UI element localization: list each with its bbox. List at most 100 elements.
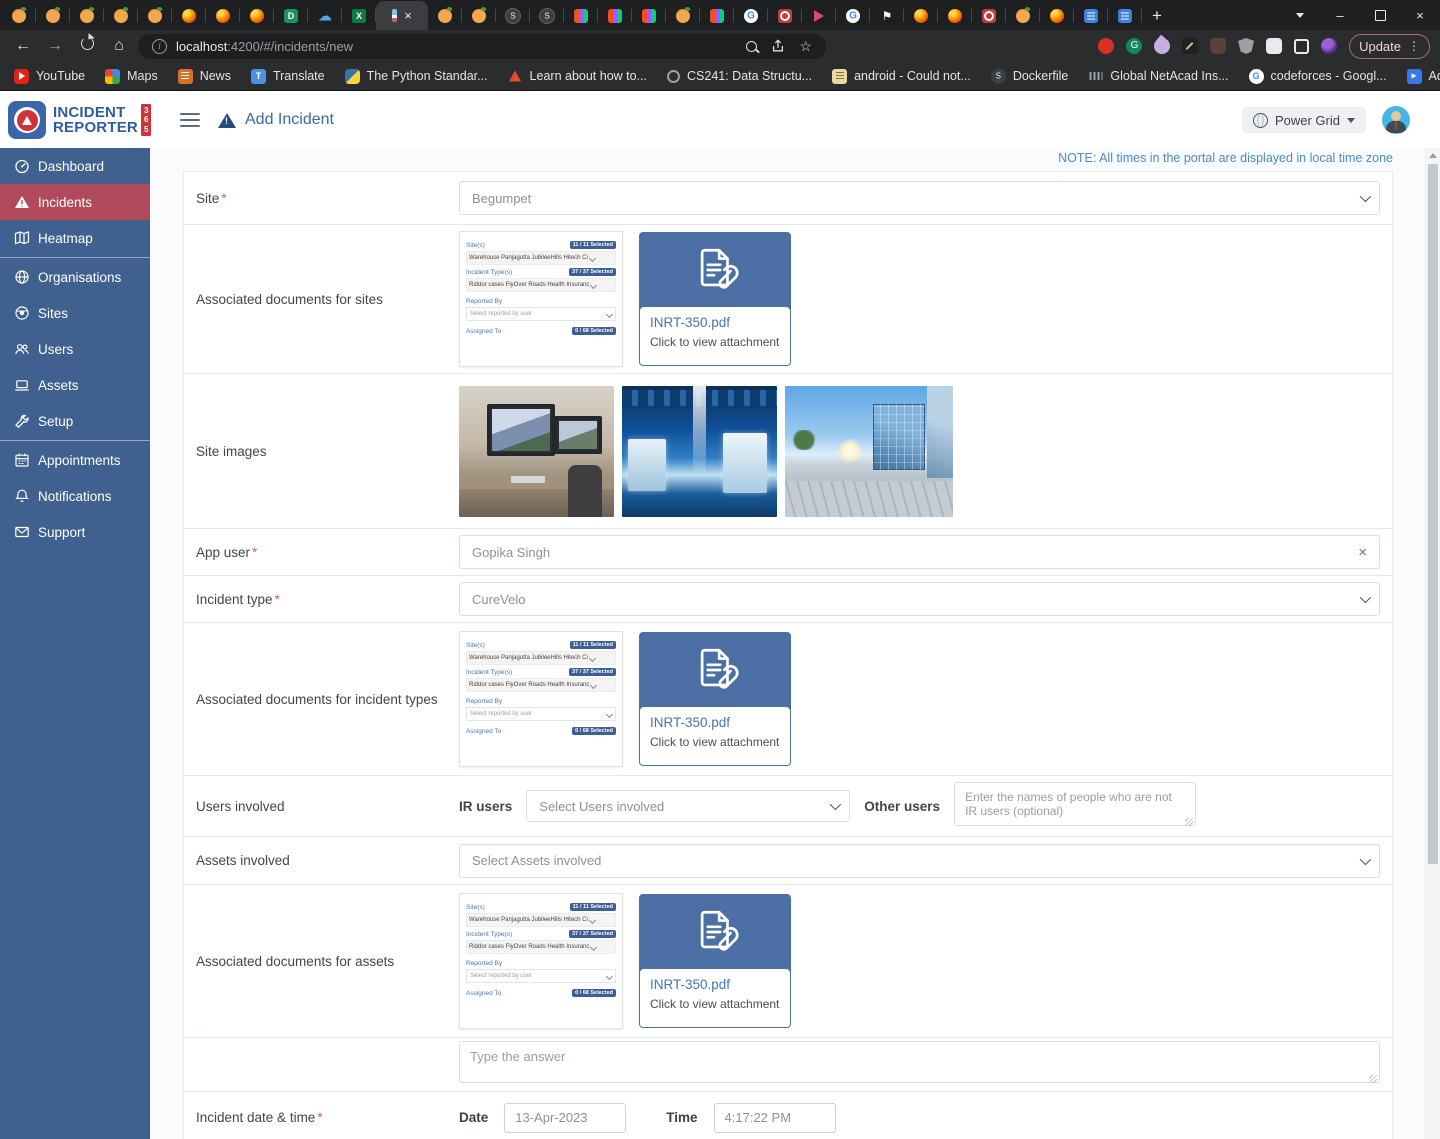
tab-close-icon[interactable]: × — [404, 9, 412, 22]
browser-tab[interactable] — [598, 1, 632, 30]
bookmark-item[interactable]: Learn about how to... — [508, 69, 647, 84]
browser-tab[interactable] — [870, 1, 904, 30]
assets-involved-select[interactable]: Select Assets involved — [459, 844, 1380, 878]
bookmark-item[interactable]: Dockerfile — [991, 69, 1069, 84]
browser-tab[interactable] — [496, 1, 530, 30]
browser-tab[interactable] — [632, 1, 666, 30]
minimize-button[interactable]: – — [1320, 0, 1360, 30]
sidebar-item-setup[interactable]: Setup — [0, 403, 150, 439]
pen-extension-icon[interactable] — [1182, 38, 1198, 54]
form-preview-thumbnail[interactable]: Site(s)11 / 11 Selected Warehouse Panjag… — [459, 893, 623, 1029]
browser-tab[interactable] — [802, 1, 836, 30]
sidebar-item-dashboard[interactable]: Dashboard — [0, 148, 150, 184]
share-icon[interactable] — [771, 39, 785, 53]
sidebar-item-notifications[interactable]: Notifications — [0, 478, 150, 514]
sidebar-item-assets[interactable]: Assets — [0, 367, 150, 403]
bookmark-item[interactable]: Add Image to Vide... — [1407, 69, 1440, 84]
site-image-industrial-facility[interactable] — [622, 386, 777, 517]
attachment-filename[interactable]: INRT-350.pdf — [650, 315, 780, 330]
site-select[interactable]: Begumpet — [459, 181, 1380, 215]
update-button[interactable]: Update⋮ — [1349, 34, 1430, 59]
zoom-search-icon[interactable] — [746, 41, 757, 52]
browser-tab[interactable] — [342, 1, 376, 30]
browser-tab[interactable] — [938, 1, 972, 30]
sidebar-item-appointments[interactable]: Appointments — [0, 442, 150, 478]
browser-tab[interactable] — [904, 1, 938, 30]
sidebar-item-heatmap[interactable]: Heatmap — [0, 220, 150, 256]
sidebar-item-organisations[interactable]: Organisations — [0, 259, 150, 295]
adblock-extension-icon[interactable] — [1098, 38, 1114, 54]
site-image-office-workstation[interactable] — [459, 386, 614, 517]
maximize-button[interactable] — [1360, 0, 1400, 30]
bookmark-item[interactable]: CS241: Data Structu... — [667, 69, 812, 83]
sidebar-item-users[interactable]: Users — [0, 331, 150, 367]
attachment-card[interactable]: INRT-350.pdf Click to view attachment — [639, 232, 791, 366]
browser-tab[interactable] — [734, 1, 768, 30]
browser-tab[interactable] — [972, 1, 1006, 30]
browser-tab[interactable] — [36, 1, 70, 30]
ir-users-select[interactable]: Select Users involved — [526, 790, 850, 822]
scroll-up-arrow[interactable] — [1426, 148, 1440, 162]
reload-button[interactable] — [74, 37, 100, 55]
browser-tab[interactable] — [530, 1, 564, 30]
active-tab-incident-reporter[interactable]: × — [376, 1, 428, 30]
kebab-menu-icon[interactable]: ⋮ — [1408, 39, 1420, 53]
attachment-filename[interactable]: INRT-350.pdf — [650, 977, 780, 992]
other-users-textarea[interactable] — [954, 782, 1196, 826]
scrollbar-thumb[interactable] — [1428, 164, 1438, 864]
form-preview-thumbnail[interactable]: Site(s)11 / 11 Selected Warehouse Panjag… — [459, 231, 623, 367]
browser-tab[interactable] — [462, 1, 496, 30]
browser-tab[interactable] — [1074, 1, 1108, 30]
browser-tab[interactable] — [274, 1, 308, 30]
bookmark-item[interactable]: android - Could not... — [832, 69, 971, 84]
bookmark-item[interactable]: News — [178, 69, 231, 84]
answer-textarea[interactable] — [459, 1041, 1380, 1083]
page-info-icon[interactable]: i — [152, 39, 167, 54]
sidebar-item-sites[interactable]: Sites — [0, 295, 150, 331]
browser-tab[interactable] — [172, 1, 206, 30]
browser-tab[interactable] — [836, 1, 870, 30]
browser-tab[interactable] — [240, 1, 274, 30]
back-button[interactable]: ← — [10, 37, 36, 55]
resize-handle-icon[interactable] — [1185, 818, 1193, 826]
browser-tab[interactable] — [308, 1, 342, 30]
grammarly-extension-icon[interactable] — [1126, 38, 1142, 54]
shield-extension-icon[interactable] — [1238, 38, 1254, 54]
attachment-card[interactable]: INRT-350.pdf Click to view attachment — [639, 894, 791, 1028]
browser-tab[interactable] — [1040, 1, 1074, 30]
user-avatar[interactable] — [1382, 106, 1410, 134]
browser-tab[interactable] — [70, 1, 104, 30]
site-image-building-exterior[interactable] — [785, 386, 953, 517]
browser-tab[interactable] — [666, 1, 700, 30]
home-button[interactable]: ⌂ — [106, 37, 132, 55]
clear-icon[interactable]: × — [1358, 544, 1367, 561]
date-input[interactable] — [504, 1103, 626, 1133]
vertical-scrollbar[interactable] — [1425, 148, 1440, 1139]
bookmark-item[interactable]: Translate — [251, 69, 325, 84]
browser-tab[interactable] — [2, 1, 36, 30]
time-input[interactable] — [714, 1103, 836, 1133]
address-bar[interactable]: i localhost:4200/#/incidents/new ☆ — [138, 34, 826, 59]
bookmark-item[interactable]: codeforces - Googl... — [1249, 69, 1387, 84]
resize-handle-icon[interactable] — [1369, 1075, 1377, 1083]
browser-tab[interactable] — [768, 1, 802, 30]
sidebar-item-support[interactable]: Support — [0, 514, 150, 550]
sidebar-toggle-icon[interactable] — [1294, 39, 1309, 54]
bookmark-star-icon[interactable]: ☆ — [799, 38, 812, 55]
attachment-card[interactable]: INRT-350.pdf Click to view attachment — [639, 632, 791, 766]
browser-tab[interactable] — [1108, 1, 1142, 30]
forward-button[interactable]: → — [42, 37, 68, 55]
browser-profile-avatar[interactable] — [1321, 38, 1337, 54]
sidebar-toggle-hamburger[interactable] — [180, 113, 200, 127]
bookmark-item[interactable]: The Python Standar... — [345, 69, 488, 84]
bookmark-item[interactable]: Global NetAcad Ins... — [1088, 69, 1228, 84]
app-user-input[interactable]: Gopika Singh× — [459, 535, 1380, 569]
browser-tab[interactable] — [428, 1, 462, 30]
paw-extension-icon[interactable] — [1210, 38, 1226, 54]
bookmark-item[interactable]: YouTube — [14, 69, 85, 84]
tab-search-button[interactable] — [1280, 0, 1320, 30]
app-logo[interactable]: INCIDENTREPORTER 365 — [0, 101, 158, 139]
sidebar-item-incidents[interactable]: Incidents — [0, 184, 150, 220]
extensions-puzzle-icon[interactable] — [1266, 38, 1282, 54]
incident-type-select[interactable]: CureVelo — [459, 582, 1380, 616]
